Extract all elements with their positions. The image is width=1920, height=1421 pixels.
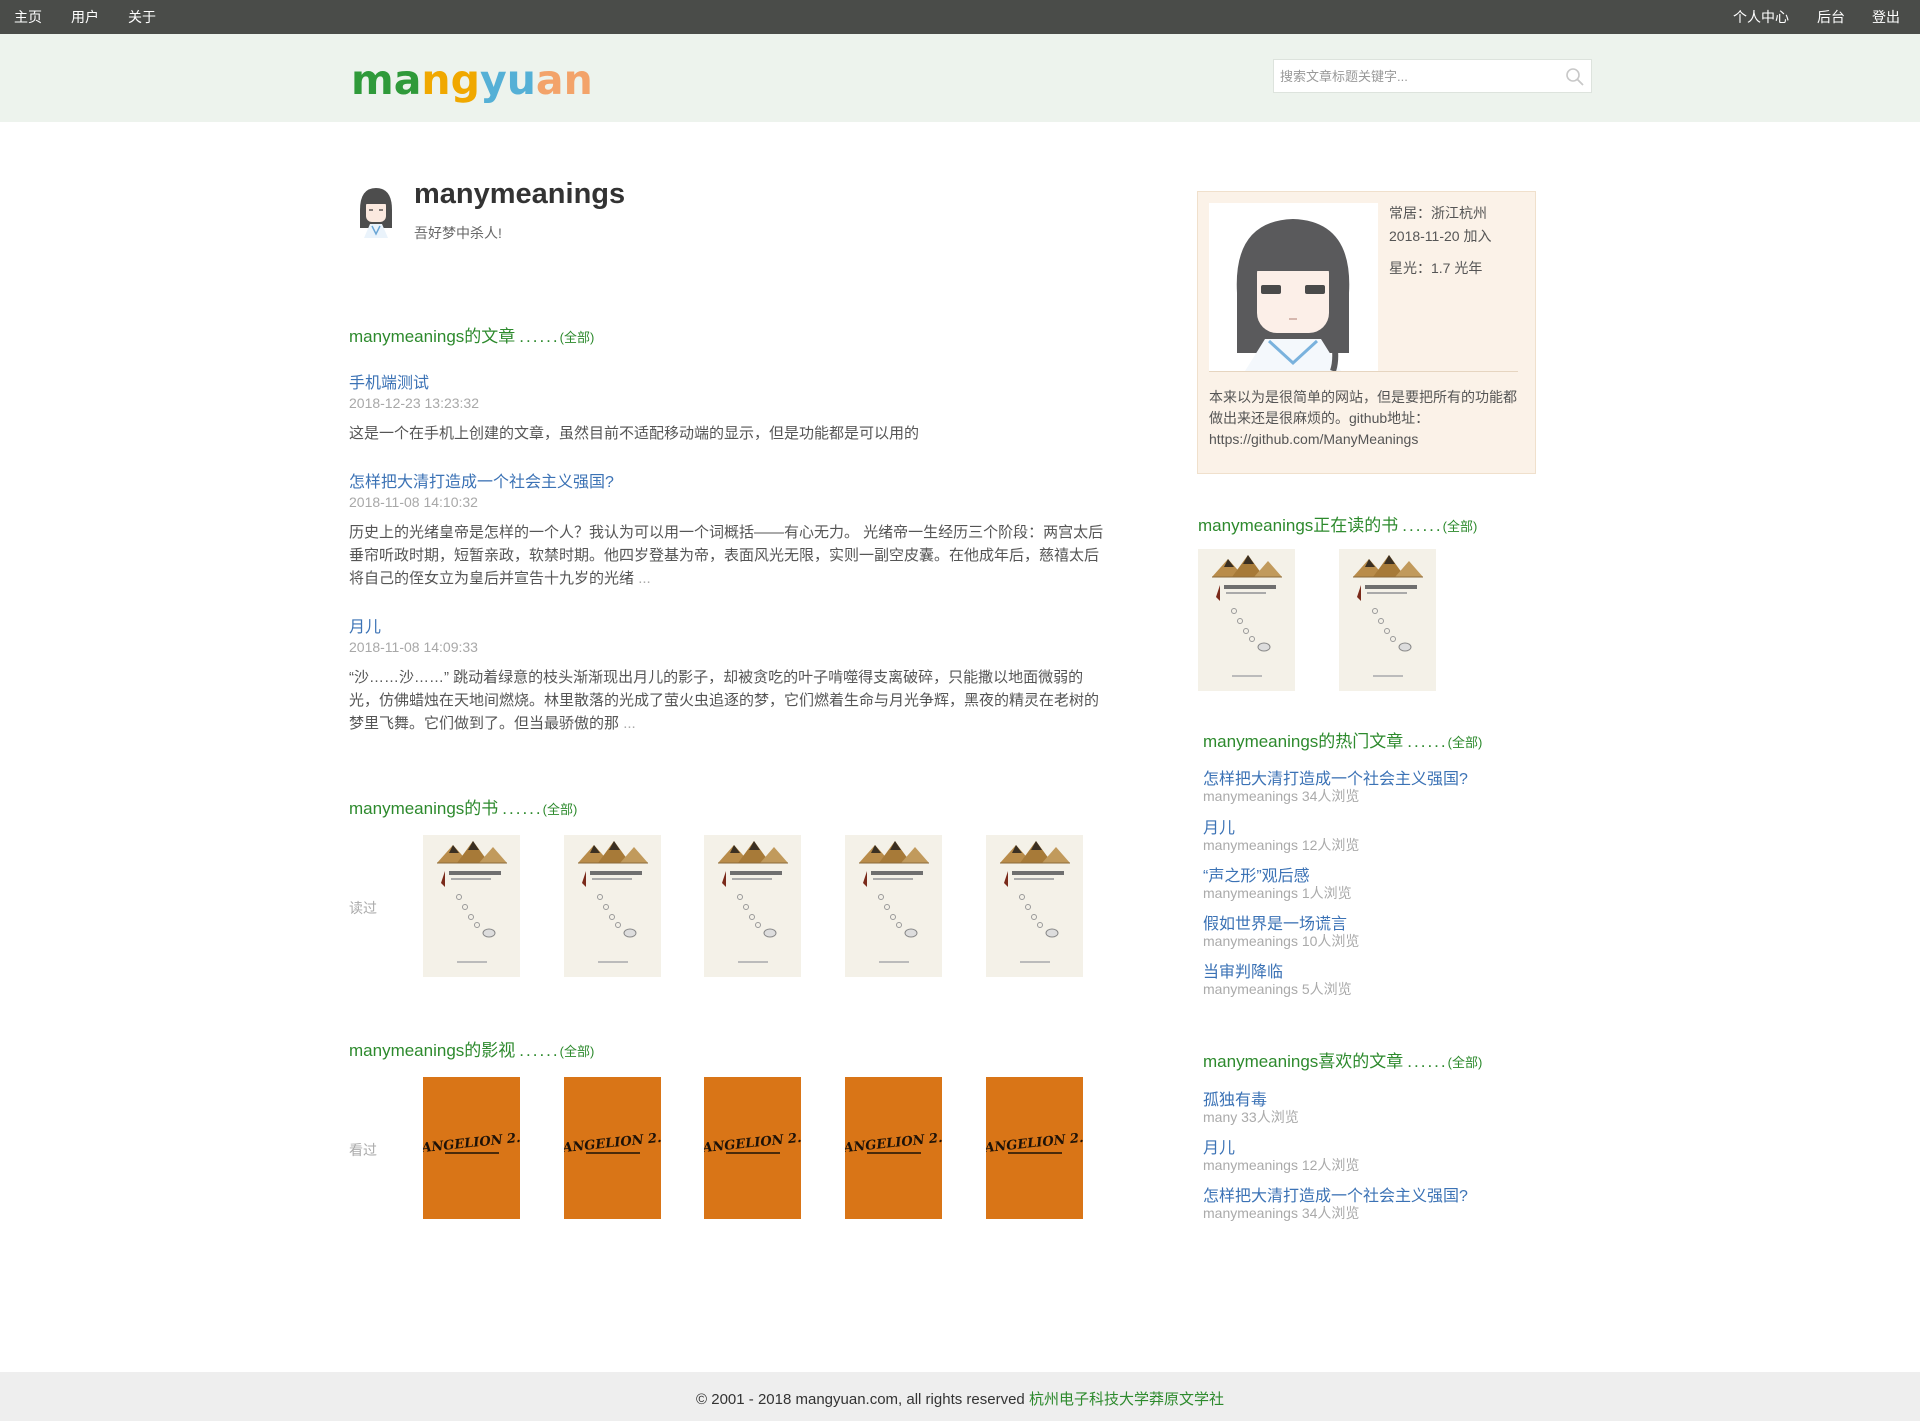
- search-box: [1273, 59, 1592, 93]
- top-navbar: 主页 用户 关于 个人中心 后台 登出: [0, 0, 1920, 34]
- film-cover[interactable]: [845, 1077, 942, 1219]
- user-avatar[interactable]: [354, 184, 398, 238]
- article-date: 2018-12-23 13:23:32: [349, 395, 479, 411]
- reading-title-dots: ......: [1402, 516, 1443, 535]
- films-section-title: manymeanings的影视 ......(全部): [349, 1036, 594, 1061]
- article-title-link[interactable]: 手机端测试: [349, 369, 429, 393]
- search-icon[interactable]: [1565, 67, 1585, 87]
- reading-title-text: manymeanings正在读的书: [1198, 516, 1399, 535]
- books-row-label: 读过: [349, 900, 377, 916]
- hot-article-meta: manymeanings 5人浏览: [1203, 981, 1352, 997]
- liked-article-meta: manymeanings 12人浏览: [1203, 1157, 1360, 1173]
- info-location: 常居：浙江杭州: [1389, 205, 1487, 221]
- hot-article-meta: manymeanings 34人浏览: [1203, 788, 1360, 804]
- film-cover[interactable]: [423, 1077, 520, 1219]
- info-joined-date: 2018-11-20 加入: [1389, 228, 1492, 244]
- books-title-text: manymeanings的书: [349, 799, 499, 818]
- nav-about-link[interactable]: 关于: [128, 0, 156, 34]
- articles-all-link[interactable]: (全部): [560, 330, 595, 345]
- books-section-title: manymeanings的书 ......(全部): [349, 794, 577, 819]
- article-title-link[interactable]: 怎样把大清打造成一个社会主义强国?: [349, 468, 614, 492]
- info-bio: 本来以为是很简单的网站，但是要把所有的功能都做出来还是很麻烦的。github地址…: [1209, 389, 1517, 447]
- article-summary-text: 这是一个在手机上创建的文章，虽然目前不适配移动端的显示，但是功能都是可以用的: [349, 425, 920, 442]
- films-row-label: 看过: [349, 1142, 377, 1158]
- film-cover[interactable]: [704, 1077, 801, 1219]
- hot-article-meta: manymeanings 10人浏览: [1203, 933, 1360, 949]
- book-cover[interactable]: [564, 835, 661, 977]
- reading-all-link[interactable]: (全部): [1443, 519, 1478, 534]
- film-cover[interactable]: [986, 1077, 1083, 1219]
- books-title-dots: ......: [502, 799, 543, 818]
- articles-title-text: manymeanings的文章: [349, 327, 516, 346]
- hot-article-meta: manymeanings 12人浏览: [1203, 837, 1360, 853]
- article-more-ellipsis[interactable]: ...: [638, 570, 651, 587]
- user-avatar-large: [1209, 203, 1378, 371]
- liked-title-text: manymeanings喜欢的文章: [1203, 1052, 1404, 1071]
- logo-letter: m: [351, 56, 394, 104]
- articles-title-dots: ......: [519, 327, 560, 346]
- liked-article-meta: many 33人浏览: [1203, 1109, 1299, 1125]
- nav-admin-link[interactable]: 后台: [1817, 0, 1845, 34]
- liked-title-dots: ......: [1407, 1052, 1448, 1071]
- books-all-link[interactable]: (全部): [543, 802, 578, 817]
- article-summary: “沙……沙……” 跳动着绿意的枝头渐渐现出月儿的影子，却被贪吃的叶子啃噬得支离破…: [349, 666, 1107, 735]
- films-all-link[interactable]: (全部): [560, 1044, 595, 1059]
- book-cover[interactable]: [704, 835, 801, 977]
- profile-username: manymeanings: [414, 178, 626, 210]
- article-more-ellipsis[interactable]: ...: [623, 715, 636, 732]
- films-title-text: manymeanings的影视: [349, 1041, 516, 1060]
- info-starlight: 星光：1.7 光年: [1389, 260, 1483, 276]
- nav-users-link[interactable]: 用户: [71, 0, 99, 34]
- article-summary-text: 历史上的光绪皇帝是怎样的一个人？我认为可以用一个词概括——有心无力。 光绪帝一生…: [349, 524, 1104, 587]
- articles-section-title: manymeanings的文章 ......(全部): [349, 322, 594, 347]
- article-title-link[interactable]: 月儿: [349, 613, 381, 637]
- nav-logout-link[interactable]: 登出: [1872, 0, 1900, 34]
- article-summary: 历史上的光绪皇帝是怎样的一个人？我认为可以用一个词概括——有心无力。 光绪帝一生…: [349, 521, 1107, 590]
- profile-motto: 吾好梦中杀人!: [414, 225, 502, 241]
- article-date: 2018-11-08 14:09:33: [349, 639, 478, 655]
- site-header: [0, 34, 1920, 122]
- liked-article-meta: manymeanings 34人浏览: [1203, 1205, 1360, 1221]
- hot-article-meta: manymeanings 1人浏览: [1203, 885, 1352, 901]
- logo-letter: n: [421, 56, 451, 104]
- nav-personal-center-link[interactable]: 个人中心: [1733, 0, 1789, 34]
- liked-section-title: manymeanings喜欢的文章 ......(全部): [1203, 1047, 1482, 1072]
- book-cover[interactable]: [986, 835, 1083, 977]
- reading-section-title: manymeanings正在读的书 ......(全部): [1198, 511, 1477, 536]
- footer-school-link[interactable]: 杭州电子科技大学莽原文学社: [1029, 1391, 1224, 1408]
- book-cover[interactable]: [845, 835, 942, 977]
- search-input[interactable]: [1274, 60, 1560, 92]
- hot-section-title: manymeanings的热门文章 ......(全部): [1203, 727, 1482, 752]
- hot-all-link[interactable]: (全部): [1448, 735, 1483, 750]
- footer-text: © 2001 - 2018 mangyuan.com, all rights r…: [0, 1388, 1920, 1409]
- hot-title-text: manymeanings的热门文章: [1203, 732, 1404, 751]
- reading-book-cover[interactable]: [1339, 549, 1436, 691]
- films-title-dots: ......: [519, 1041, 560, 1060]
- logo-letter: a: [535, 56, 564, 104]
- footer-copyright: © 2001 - 2018 mangyuan.com, all rights r…: [696, 1391, 1029, 1408]
- book-cover[interactable]: [423, 835, 520, 977]
- nav-home-link[interactable]: 主页: [14, 0, 42, 34]
- logo-letter: n: [563, 56, 593, 104]
- info-divider: [1209, 371, 1518, 372]
- film-cover[interactable]: [564, 1077, 661, 1219]
- logo-letter: g: [450, 56, 480, 104]
- article-date: 2018-11-08 14:10:32: [349, 494, 478, 510]
- article-summary-text: “沙……沙……” 跳动着绿意的枝头渐渐现出月儿的影子，却被贪吃的叶子啃噬得支离破…: [349, 669, 1100, 732]
- site-logo[interactable]: mangyuan: [351, 56, 593, 104]
- reading-book-cover[interactable]: [1198, 549, 1295, 691]
- hot-title-dots: ......: [1407, 732, 1448, 751]
- logo-letter: u: [506, 56, 536, 104]
- article-summary: 这是一个在手机上创建的文章，虽然目前不适配移动端的显示，但是功能都是可以用的: [349, 422, 1107, 445]
- logo-letter: a: [393, 56, 422, 104]
- liked-all-link[interactable]: (全部): [1448, 1055, 1483, 1070]
- logo-letter: y: [479, 56, 507, 104]
